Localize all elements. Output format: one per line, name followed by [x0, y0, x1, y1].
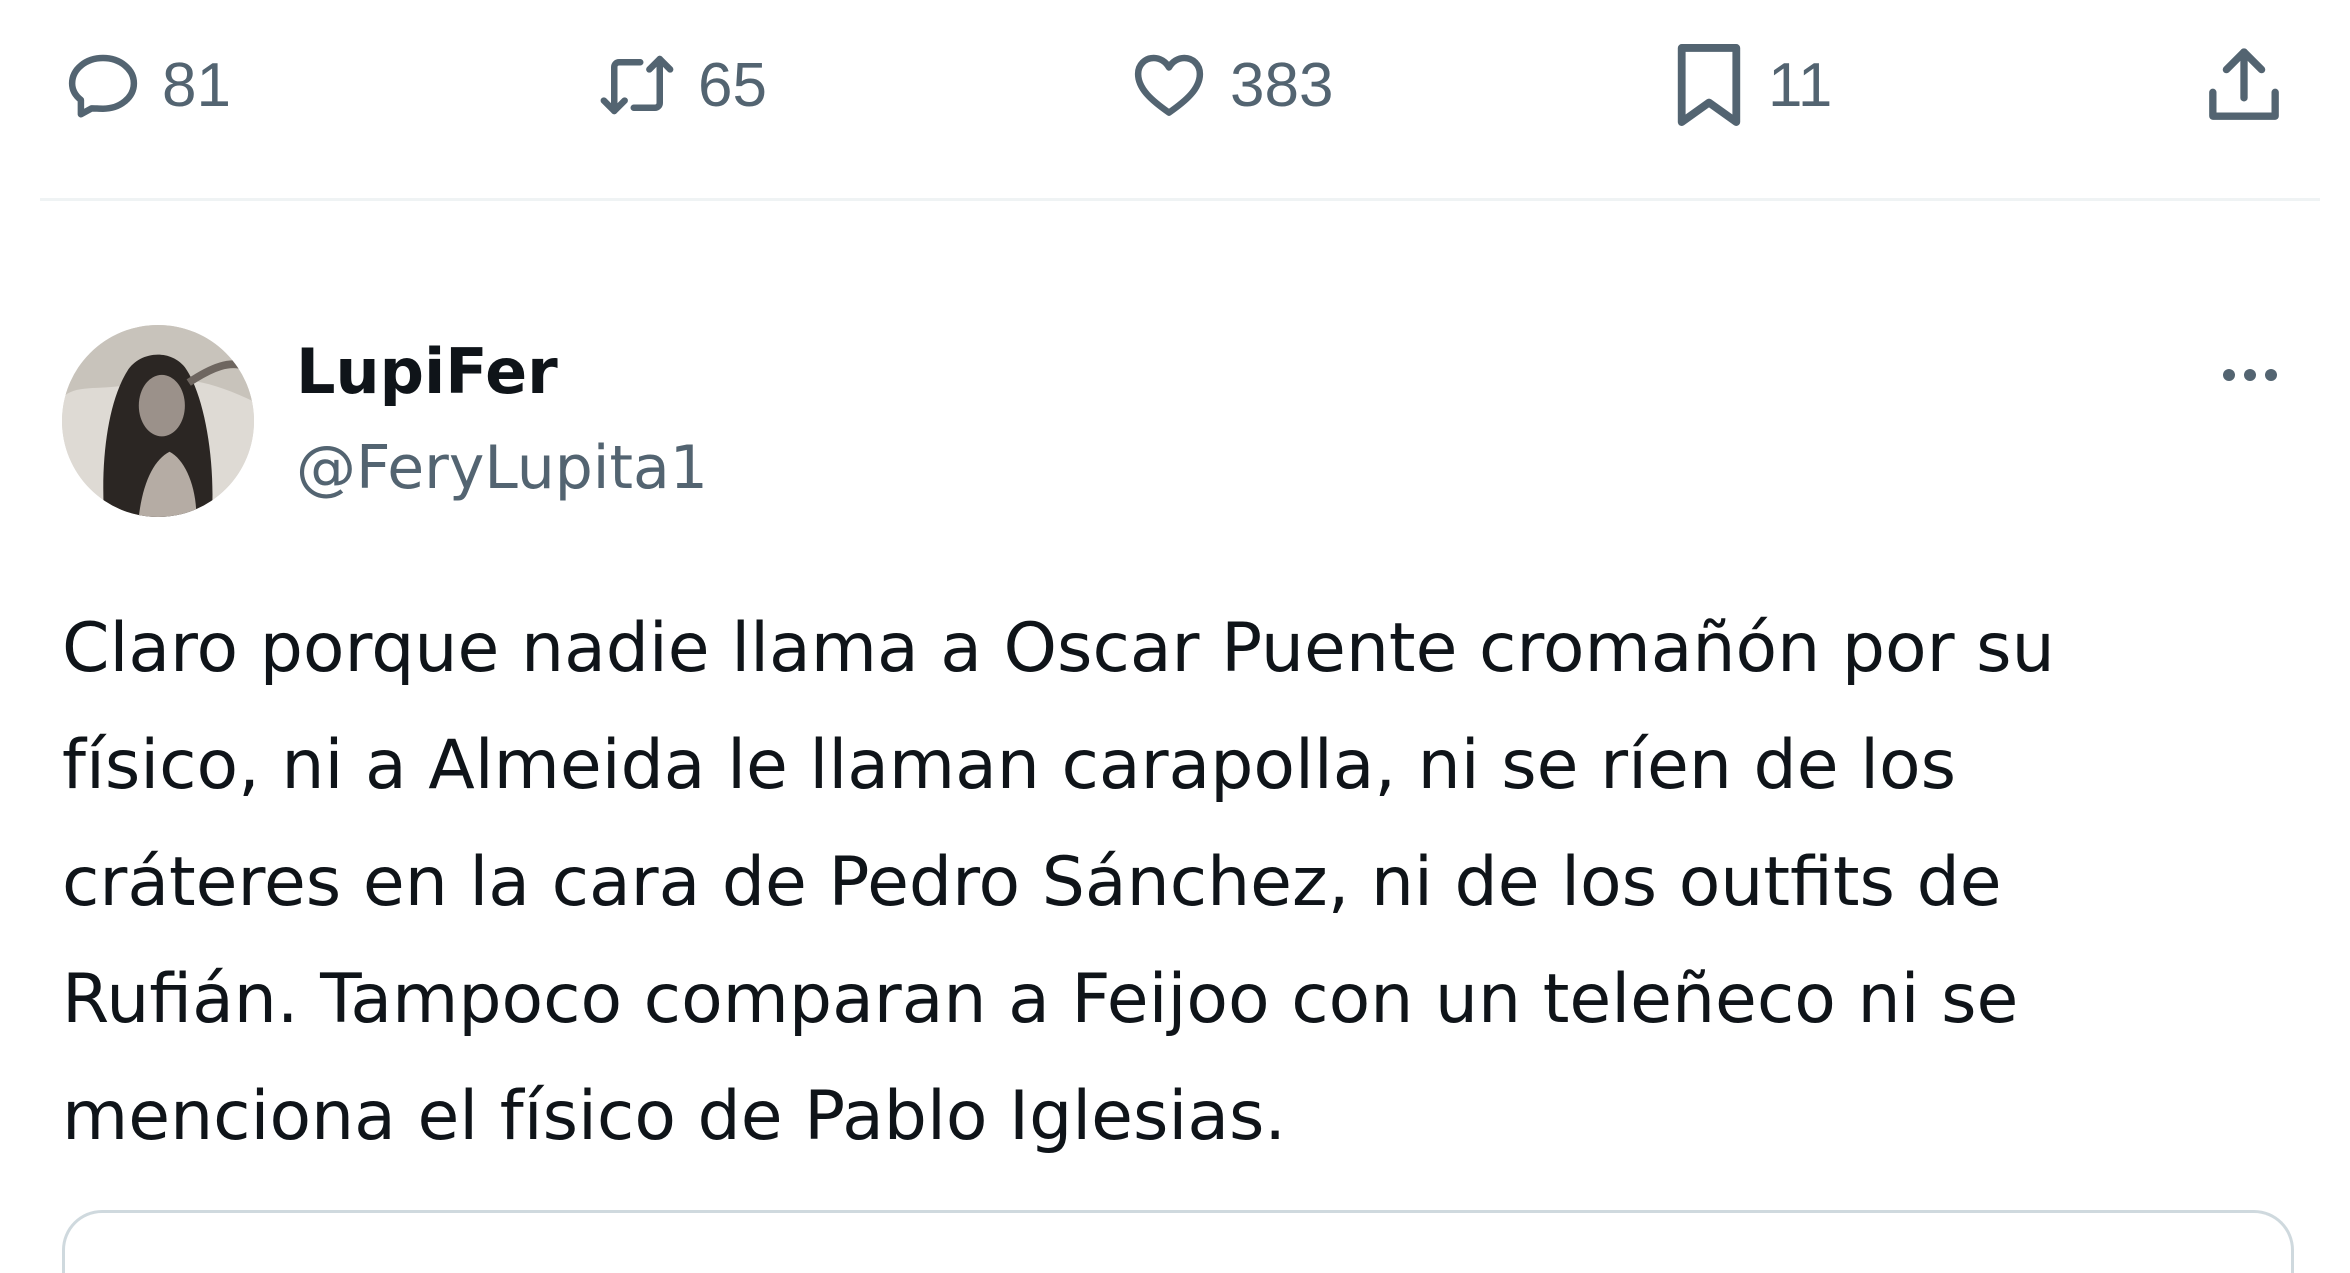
tweet-text: Claro porque nadie llama a Oscar Puente … [62, 590, 2312, 1175]
more-dot-icon [2265, 369, 2277, 381]
more-options-button[interactable] [2205, 340, 2295, 410]
tweet-text-line: Rufián. Tampoco comparan a Feijoo con un… [62, 960, 2019, 1039]
reply-button[interactable]: 81 [64, 30, 231, 140]
retweet-count: 65 [698, 50, 767, 120]
share-button[interactable] [2200, 30, 2288, 140]
tweet-text-line: cráteres en la cara de Pedro Sánchez, ni… [62, 843, 2002, 922]
more-dot-icon [2244, 369, 2256, 381]
like-count: 383 [1230, 50, 1334, 120]
author-display-name[interactable]: LupiFer [296, 332, 558, 412]
retweet-icon [600, 55, 674, 115]
tweet-text-line: físico, ni a Almeida le llaman carapolla… [62, 726, 1957, 805]
avatar[interactable] [62, 325, 254, 517]
reply-count: 81 [162, 50, 231, 120]
bookmark-button[interactable]: 11 [1670, 30, 1832, 140]
retweet-button[interactable]: 65 [596, 30, 767, 140]
like-button[interactable]: 383 [1128, 30, 1333, 140]
more-dot-icon [2223, 369, 2235, 381]
bookmark-count: 11 [1768, 50, 1833, 120]
tweet-text-line: Claro porque nadie llama a Oscar Puente … [62, 609, 2055, 688]
tweet-divider [40, 198, 2320, 201]
share-icon [2209, 48, 2279, 120]
quoted-card[interactable] [62, 1210, 2294, 1273]
tweet-text-line: menciona el físico de Pablo Iglesias. [62, 1077, 1287, 1156]
reply-icon [68, 54, 138, 118]
author-handle[interactable]: @FeryLupita1 [296, 428, 708, 508]
avatar-photo [62, 325, 254, 517]
bookmark-icon [1677, 44, 1741, 126]
tweet-action-bar: 81 65 383 11 [0, 0, 2350, 200]
heart-icon [1134, 54, 1204, 116]
